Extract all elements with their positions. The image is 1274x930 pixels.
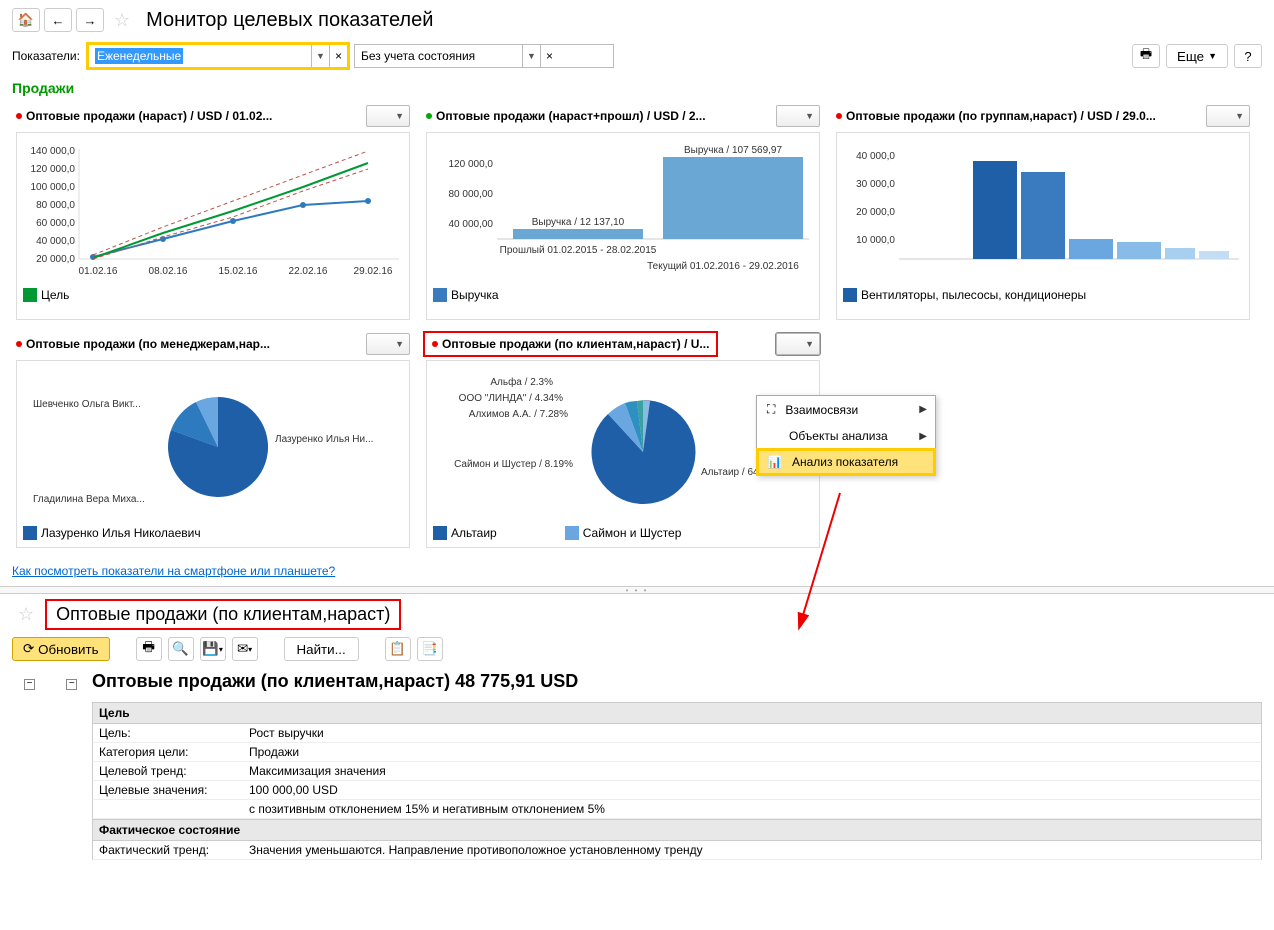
svg-text:Выручка / 12 137,10: Выручка / 12 137,10 [532, 217, 625, 228]
email-button[interactable]: ✉▾ [232, 637, 258, 661]
svg-text:Прошлый 01.02.2015 - 28.02.201: Прошлый 01.02.2015 - 28.02.2015 [500, 245, 657, 256]
menu-relations[interactable]: ⛶ Взаимосвязи▶ [757, 396, 935, 423]
svg-text:22.02.16: 22.02.16 [289, 266, 328, 277]
status-dot [16, 341, 22, 347]
card-menu-button[interactable]: ▼ [776, 333, 820, 355]
card-wholesale-prev: Оптовые продажи (нараст+прошл) / USD / 2… [418, 100, 828, 328]
svg-text:Выручка / 107 569,97: Выручка / 107 569,97 [684, 145, 782, 156]
card-wholesale-accrued: Оптовые продажи (нараст) / USD / 01.02..… [8, 100, 418, 328]
svg-text:40 000,00: 40 000,00 [449, 219, 494, 230]
card-menu-button[interactable]: ▼ [366, 105, 410, 127]
bar-chart: 120 000,0 80 000,00 40 000,00 Выручка / 12… [426, 132, 820, 320]
card-menu-button[interactable]: ▼ [776, 105, 820, 127]
page-title: Монитор целевых показателей [146, 9, 433, 32]
home-button[interactable]: 🏠 [12, 8, 40, 32]
line-chart: 140 000,0 120 000,0 100 000,0 80 000,0 60 … [16, 132, 410, 320]
svg-text:80 000,00: 80 000,00 [449, 189, 494, 200]
favorite-star-icon[interactable]: ☆ [114, 10, 130, 31]
svg-text:15.02.16: 15.02.16 [219, 266, 258, 277]
svg-text:ООО "ЛИНДА" / 4.34%: ООО "ЛИНДА" / 4.34% [459, 393, 563, 404]
svg-text:08.02.16: 08.02.16 [149, 266, 188, 277]
svg-text:Шевченко Ольга Викт...: Шевченко Ольга Викт... [33, 399, 141, 410]
tree-toggle[interactable]: − [66, 679, 77, 690]
tree-toggle[interactable]: − [24, 679, 35, 690]
svg-text:20 000,0: 20 000,0 [36, 254, 75, 265]
refresh-icon: ⟳ [23, 641, 34, 657]
legend-swatch [23, 526, 37, 540]
svg-text:120 000,0: 120 000,0 [449, 159, 494, 170]
legend-swatch [433, 526, 447, 540]
status-dot [432, 341, 438, 347]
filter-label: Показатели: [12, 49, 80, 63]
report-title: Оптовые продажи (по клиентам,нараст) 48 … [92, 671, 1262, 692]
section-heading: Продажи [0, 76, 1274, 100]
svg-text:40 000,0: 40 000,0 [36, 236, 75, 247]
print-button[interactable]: 🖶 [136, 637, 162, 661]
section-goal: Цель [92, 702, 1262, 724]
preview-button[interactable]: 🔍 [168, 637, 194, 661]
pie-chart-managers: Шевченко Ольга Викт... Лазуренко Илья Ни… [16, 360, 410, 548]
card-wholesale-groups: Оптовые продажи (по группам,нараст) / US… [828, 100, 1258, 328]
legend-swatch [565, 526, 579, 540]
bar-chart-groups: 40 000,030 000,020 000,010 000,0 Вентиля… [836, 132, 1250, 320]
svg-text:30 000,0: 30 000,0 [856, 179, 895, 190]
period-combo[interactable]: Еженедельные ▼ × [88, 44, 348, 68]
svg-text:29.02.16: 29.02.16 [354, 266, 393, 277]
card-wholesale-managers: Оптовые продажи (по менеджерам,нар... ▼ … [8, 328, 418, 556]
card-menu-button[interactable]: ▼ [366, 333, 410, 355]
legend-swatch [843, 288, 857, 302]
smartphone-link[interactable]: Как посмотреть показатели на смартфоне и… [0, 556, 347, 586]
status-dot [16, 113, 22, 119]
settings-button[interactable]: 📋 [385, 637, 411, 661]
relations-icon: ⛶ [767, 402, 775, 417]
context-menu: ⛶ Взаимосвязи▶ Объекты анализа▶ 📊 Анализ… [756, 395, 936, 476]
more-button[interactable]: Еще ▼ [1166, 44, 1228, 68]
chart-icon: 📊 [767, 455, 782, 469]
svg-text:Текущий 01.02.2016 - 29.02.201: Текущий 01.02.2016 - 29.02.2016 [647, 261, 799, 272]
status-dot [426, 113, 432, 119]
svg-text:01.02.16: 01.02.16 [79, 266, 118, 277]
card-menu-button[interactable]: ▼ [1206, 105, 1250, 127]
legend-swatch [433, 288, 447, 302]
svg-text:60 000,0: 60 000,0 [36, 218, 75, 229]
state-combo[interactable]: ▼ × [354, 44, 614, 68]
state-input[interactable] [355, 45, 522, 67]
svg-text:120 000,0: 120 000,0 [31, 164, 76, 175]
svg-text:100 000,0: 100 000,0 [31, 182, 76, 193]
svg-text:Гладилина Вера Миха...: Гладилина Вера Миха... [33, 494, 145, 505]
clear-icon[interactable]: × [329, 45, 347, 67]
save-button[interactable]: 💾▾ [200, 637, 226, 661]
clear-icon[interactable]: × [540, 45, 558, 67]
refresh-button[interactable]: ⟳Обновить [12, 637, 110, 661]
menu-analysis-objects[interactable]: Объекты анализа▶ [757, 423, 935, 449]
svg-text:10 000,0: 10 000,0 [856, 235, 895, 246]
detail-title: Оптовые продажи (по клиентам,нараст) [48, 602, 398, 627]
variants-button[interactable]: 📑 [417, 637, 443, 661]
chevron-down-icon[interactable]: ▼ [311, 45, 329, 67]
section-fact: Фактическое состояние [92, 819, 1262, 841]
svg-text:Алхимов А.А. / 7.28%: Алхимов А.А. / 7.28% [469, 409, 568, 420]
help-button[interactable]: ? [1234, 44, 1262, 68]
svg-text:20 000,0: 20 000,0 [856, 207, 895, 218]
svg-text:Альфа / 2.3%: Альфа / 2.3% [490, 376, 553, 388]
print-button[interactable]: 🖶 [1132, 44, 1160, 68]
favorite-star-icon[interactable]: ☆ [18, 604, 34, 625]
svg-text:Саймон и Шустер / 8.19%: Саймон и Шустер / 8.19% [454, 459, 573, 470]
svg-text:40 000,0: 40 000,0 [856, 151, 895, 162]
find-button[interactable]: Найти... [284, 637, 359, 661]
menu-indicator-analysis[interactable]: 📊 Анализ показателя [757, 449, 935, 475]
svg-text:80 000,0: 80 000,0 [36, 200, 75, 211]
back-button[interactable]: ← [44, 8, 72, 32]
forward-button[interactable]: → [76, 8, 104, 32]
svg-text:Лазуренко Илья Ни...: Лазуренко Илья Ни... [275, 434, 373, 445]
svg-text:140 000,0: 140 000,0 [31, 146, 76, 157]
status-dot [836, 113, 842, 119]
chevron-down-icon[interactable]: ▼ [522, 45, 540, 67]
legend-swatch [23, 288, 37, 302]
resize-handle[interactable]: • • • [0, 586, 1274, 594]
